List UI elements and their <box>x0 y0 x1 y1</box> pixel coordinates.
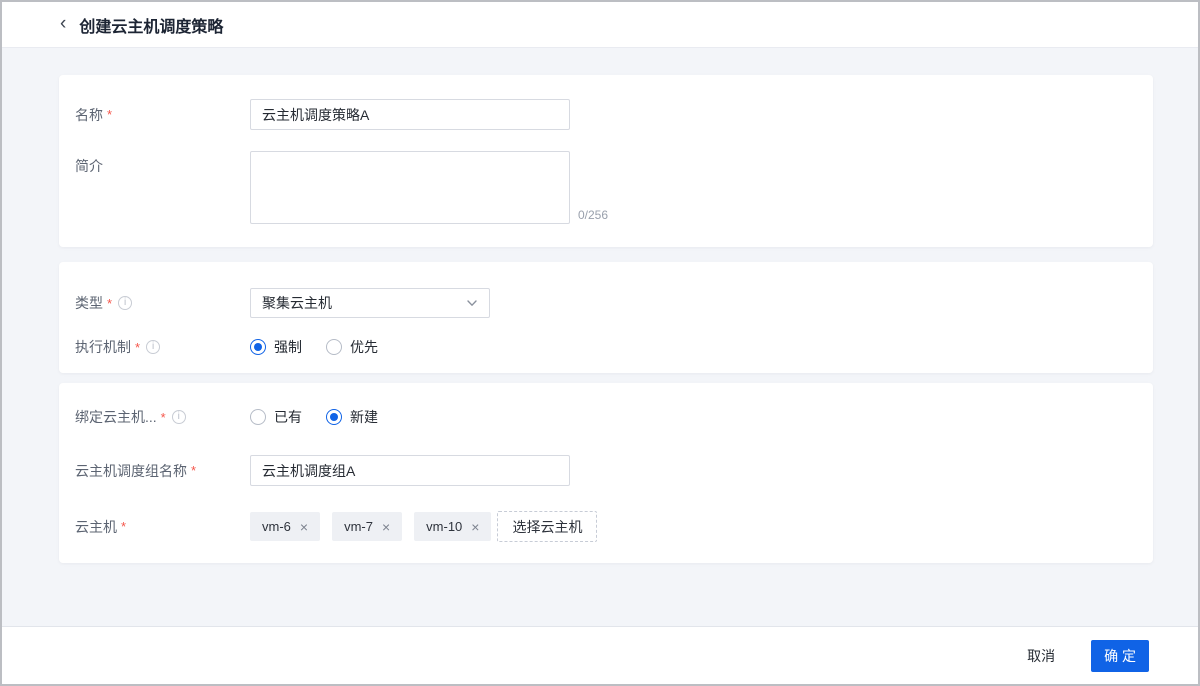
info-icon[interactable]: i <box>118 296 133 310</box>
remove-tag-icon[interactable]: × <box>471 520 479 534</box>
vm-tag-list: vm-6 × vm-7 × vm-10 × 选择云主机 <box>250 511 598 542</box>
type-label: 类型 <box>75 295 103 311</box>
radio-preferred[interactable]: 优先 <box>326 337 378 357</box>
radio-circle-icon <box>326 409 342 425</box>
info-icon[interactable]: i <box>171 410 186 424</box>
mechanism-label-col: 执行机制 * i <box>75 337 250 357</box>
group-name-label-col: 云主机调度组名称 * <box>75 461 250 481</box>
group-name-label: 云主机调度组名称 <box>75 462 187 479</box>
required-asterisk: * <box>160 409 166 425</box>
info-icon[interactable]: i <box>146 340 161 354</box>
radio-mandatory[interactable]: 强制 <box>250 337 302 357</box>
vm-tag-label: vm-6 <box>262 519 291 534</box>
page-header: ‹ 创建云主机调度策略 <box>2 2 1198 48</box>
radio-label: 优先 <box>350 339 378 355</box>
name-input[interactable] <box>250 99 570 130</box>
cancel-button[interactable]: 取消 <box>1019 640 1063 672</box>
confirm-button[interactable]: 确 定 <box>1091 639 1149 672</box>
char-counter: 0/256 <box>578 208 609 222</box>
remove-tag-icon[interactable]: × <box>300 520 308 534</box>
name-label-col: 名称 * <box>75 105 250 125</box>
radio-circle-icon <box>326 339 342 355</box>
type-label-col: 类型 * i <box>75 293 250 313</box>
form-row-group-name: 云主机调度组名称 * <box>75 455 1129 486</box>
card-basic-info: 名称 * 简介 0/256 <box>59 75 1153 247</box>
card-vm-group-binding: 绑定云主机... * i 已有 新建 云主机调度组名称 * 云主机调度组A 云主… <box>59 383 1153 563</box>
description-label: 简介 <box>75 158 103 174</box>
form-row-bind-group: 绑定云主机... * i 已有 新建 <box>75 407 1129 427</box>
bind-group-label-col: 绑定云主机... * i <box>75 407 250 427</box>
required-asterisk: * <box>107 295 113 311</box>
bind-group-radio-group: 已有 新建 <box>250 407 378 427</box>
form-row-mechanism: 执行机制 * i 强制 优先 <box>75 337 1129 357</box>
required-asterisk: * <box>191 463 197 478</box>
form-row-type: 类型 * i 聚集云主机 <box>75 288 1129 318</box>
group-name-input[interactable] <box>250 455 570 486</box>
radio-label: 已有 <box>274 409 302 425</box>
vm-tag: vm-10 × <box>414 512 492 541</box>
mechanism-label: 执行机制 <box>75 339 131 355</box>
vm-tag: vm-6 × <box>250 512 321 541</box>
page-frame: ‹ 创建云主机调度策略 名称 * 简介 0/256 <box>0 0 1200 686</box>
mechanism-radio-group: 强制 优先 <box>250 337 378 357</box>
remove-tag-icon[interactable]: × <box>382 520 390 534</box>
radio-circle-icon <box>250 409 266 425</box>
type-select-value: 聚集云主机 <box>262 295 332 311</box>
description-textarea[interactable] <box>250 151 570 224</box>
form-content: 名称 * 简介 0/256 类型 * i <box>2 48 1198 626</box>
select-vm-button[interactable]: 选择云主机 <box>497 511 598 542</box>
page-title: 创建云主机调度策略 <box>79 18 224 36</box>
type-select[interactable]: 聚集云主机 <box>250 288 490 318</box>
name-label: 名称 <box>75 106 103 123</box>
chevron-down-icon <box>467 300 477 306</box>
form-row-vms: 云主机 * vm-6 × vm-7 × vm-10 × 选择云主机 <box>75 511 1129 542</box>
back-chevron-icon[interactable]: ‹ <box>60 14 66 33</box>
card-type-settings: 类型 * i 聚集云主机 执行机制 * i 强制 优先 <box>59 262 1153 373</box>
radio-circle-icon <box>250 339 266 355</box>
radio-label: 强制 <box>274 339 302 355</box>
vm-tag-label: vm-7 <box>344 519 373 534</box>
form-row-name: 名称 * <box>75 99 1129 130</box>
radio-new[interactable]: 新建 <box>326 407 378 427</box>
radio-label: 新建 <box>350 409 378 425</box>
required-asterisk: * <box>107 107 113 122</box>
vm-tag-label: vm-10 <box>426 519 463 534</box>
bind-group-label: 绑定云主机... <box>75 409 157 425</box>
description-label-col: 简介 <box>75 151 250 176</box>
required-asterisk: * <box>121 519 127 534</box>
vms-label-col: 云主机 * <box>75 517 250 537</box>
form-row-description: 简介 0/256 <box>75 151 1129 224</box>
vms-label: 云主机 <box>75 518 117 535</box>
footer-bar: 取消 确 定 <box>2 626 1198 684</box>
radio-existing[interactable]: 已有 <box>250 407 302 427</box>
required-asterisk: * <box>135 339 141 355</box>
vm-tag: vm-7 × <box>332 512 403 541</box>
